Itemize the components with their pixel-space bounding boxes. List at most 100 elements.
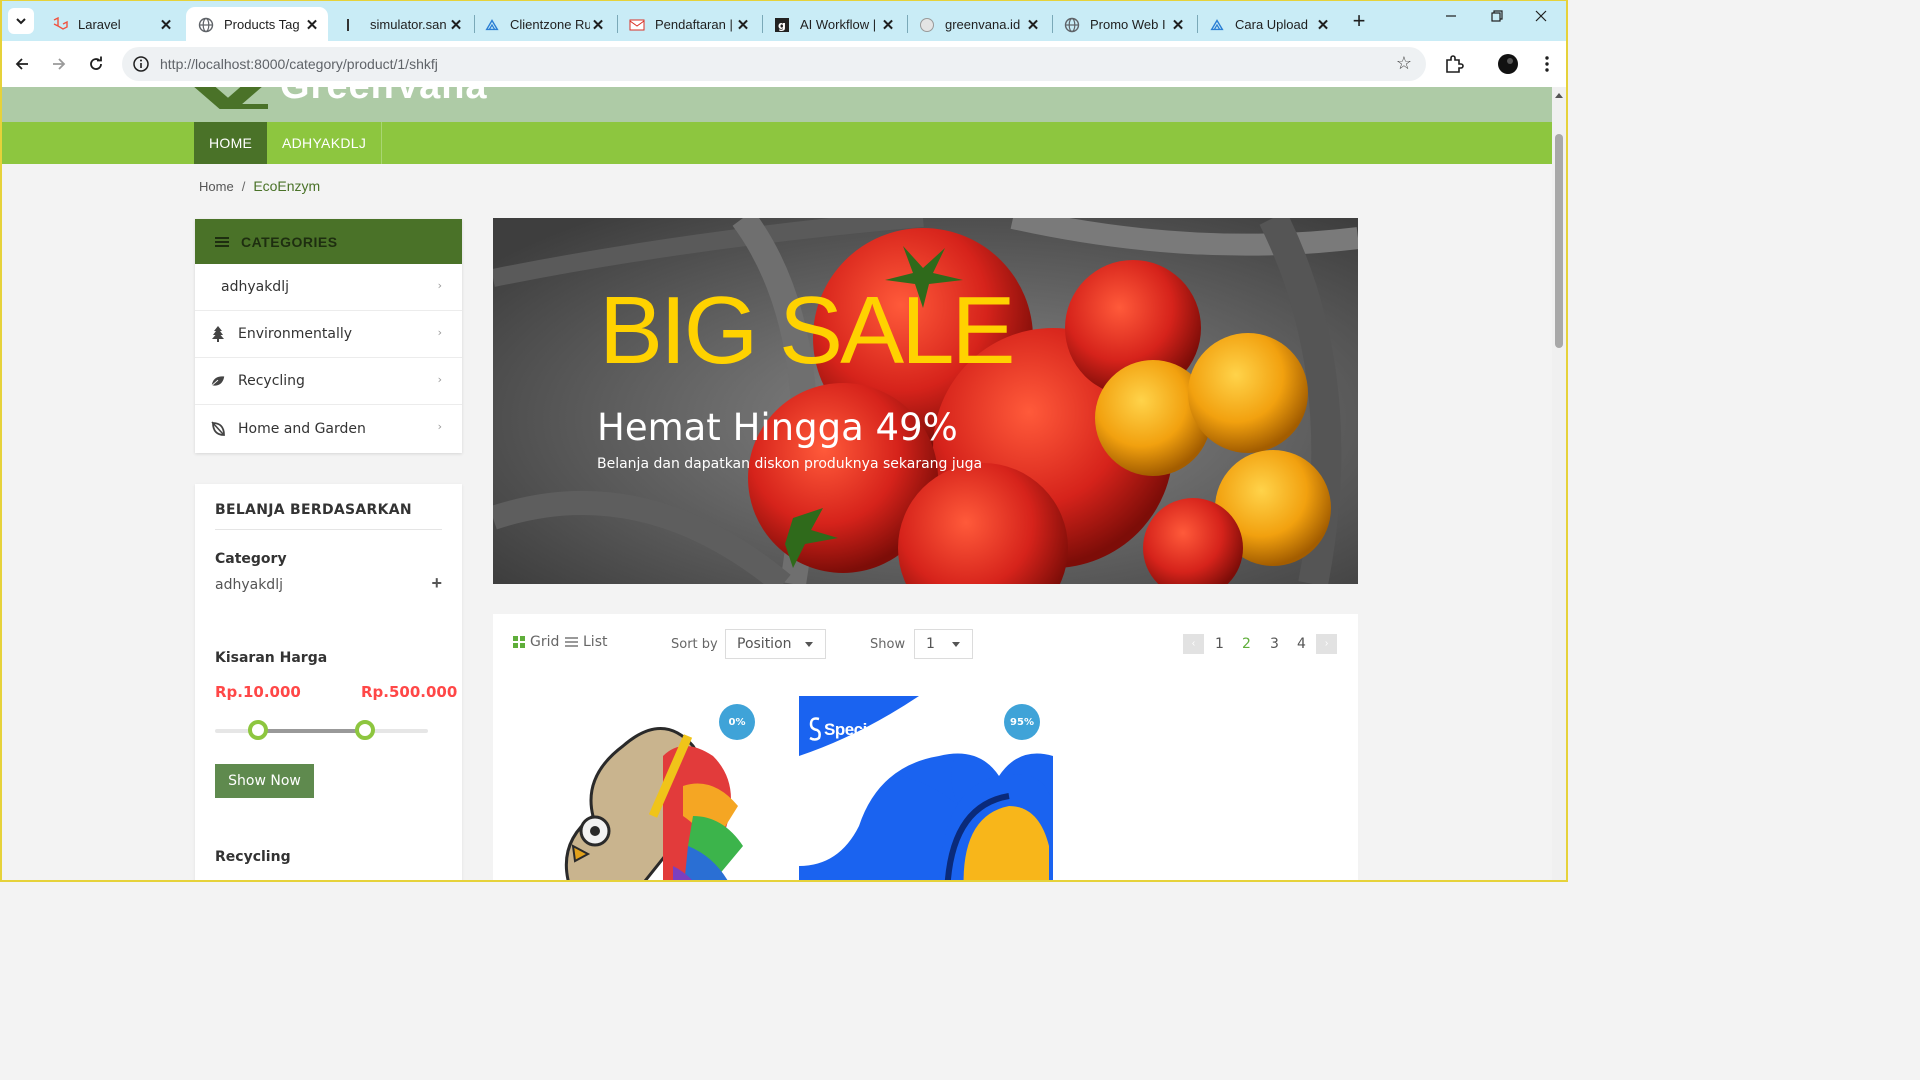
pagination-page-4[interactable]: 4 <box>1297 636 1306 652</box>
tab-title: simulator.san <box>370 17 447 32</box>
discount-badge: 95% <box>1004 704 1040 740</box>
g-icon: g <box>774 17 790 33</box>
show-select[interactable]: 1 <box>914 629 973 659</box>
site-info-icon[interactable] <box>132 55 150 73</box>
tab-products-tag[interactable]: Products Tag ✕ <box>186 7 328 42</box>
close-window-button[interactable] <box>1526 9 1556 27</box>
scroll-up-arrow-icon[interactable] <box>1555 93 1563 98</box>
profile-avatar[interactable] <box>1497 53 1519 75</box>
logo-text[interactable]: GreenVana <box>280 87 488 108</box>
tab-search-button[interactable] <box>8 8 34 34</box>
tab-pendaftaran[interactable]: Pendaftaran | ✕ <box>617 7 759 42</box>
tab-cara-upload[interactable]: Cara Upload ✕ <box>1197 7 1339 42</box>
restore-button[interactable] <box>1482 9 1512 27</box>
close-icon[interactable]: ✕ <box>590 16 606 34</box>
back-button[interactable] <box>10 52 34 76</box>
chevron-right-icon: › <box>437 326 442 339</box>
menu-bars-icon <box>215 235 229 249</box>
page-scrollbar[interactable] <box>1552 87 1566 880</box>
forward-button[interactable] <box>47 52 71 76</box>
new-tab-button[interactable]: + <box>1348 10 1370 32</box>
url-path: /category/product/1/shkfj <box>285 56 438 72</box>
chevron-right-icon: › <box>437 279 442 292</box>
close-icon[interactable]: ✕ <box>448 16 464 34</box>
breadcrumb-home[interactable]: Home <box>199 179 234 194</box>
tomato-basket-image <box>493 218 1358 584</box>
tab-promo-web[interactable]: Promo Web I ✕ <box>1052 7 1194 42</box>
product-card[interactable]: 0% <box>513 696 767 880</box>
show-now-button[interactable]: Show Now <box>215 764 314 798</box>
pagination-prev-button[interactable]: ‹ <box>1183 634 1204 654</box>
show-value: 1 <box>926 636 935 652</box>
tab-title: Pendaftaran | <box>655 17 733 32</box>
tab-greenvana[interactable]: greenvana.id ✕ <box>907 7 1049 42</box>
list-icon <box>565 635 578 649</box>
expand-plus-icon[interactable]: + <box>431 573 442 594</box>
grid-icon <box>513 636 525 648</box>
special-skill-logo-icon <box>809 717 821 741</box>
window-frame <box>1566 0 1568 882</box>
reload-button[interactable] <box>84 52 108 76</box>
category-item-environmentally[interactable]: Environmentally › <box>195 311 462 358</box>
laravel-icon <box>52 16 68 33</box>
pagination-page-3[interactable]: 3 <box>1270 636 1279 652</box>
price-range-label: Kisaran Harga <box>215 650 328 666</box>
logo-icon[interactable] <box>194 87 272 109</box>
leaf-icon <box>210 373 226 389</box>
chevron-down-icon <box>16 18 26 25</box>
scrollbar-thumb[interactable] <box>1555 134 1563 348</box>
filter-category-value[interactable]: adhyakdlj <box>215 577 283 593</box>
extensions-button[interactable] <box>1443 53 1465 75</box>
close-icon[interactable]: ✕ <box>1315 16 1331 34</box>
category-item-recycling[interactable]: Recycling › <box>195 358 462 405</box>
product-card[interactable]: Special Skill 95% <box>799 696 1053 880</box>
puzzle-icon <box>1446 55 1464 73</box>
web-page: GreenVana HOME ADHYAKDLJ Home / EcoEnzym C… <box>2 87 1552 880</box>
svg-text:g: g <box>778 19 786 32</box>
list-label: List <box>583 634 608 650</box>
pagination-next-button[interactable]: › <box>1316 634 1337 654</box>
pagination-page-1[interactable]: 1 <box>1215 636 1224 652</box>
promo-banner[interactable]: BIG SALE Hemat Hingga 49% Belanja dan da… <box>493 218 1358 584</box>
close-icon[interactable]: ✕ <box>304 16 320 34</box>
url-port: :8000 <box>250 56 286 72</box>
close-icon[interactable]: ✕ <box>1170 16 1186 34</box>
category-item-home-and-garden[interactable]: Home and Garden › <box>195 405 462 452</box>
close-icon[interactable]: ✕ <box>158 16 174 34</box>
nav-home[interactable]: HOME <box>194 122 267 164</box>
categories-panel: CATEGORIES adhyakdlj › Environmentally ›… <box>195 219 462 453</box>
price-slider-track[interactable] <box>215 729 428 733</box>
nav-adhyakdlj[interactable]: ADHYAKDLJ <box>267 122 383 164</box>
url-text[interactable]: http://localhost:8000/category/product/1… <box>160 56 438 72</box>
discount-badge: 0% <box>719 704 755 740</box>
close-icon[interactable]: ✕ <box>1025 16 1041 34</box>
tab-ai-workflow[interactable]: g AI Workflow | ✕ <box>762 7 904 42</box>
close-icon[interactable]: ✕ <box>735 16 751 34</box>
globe-icon <box>919 17 935 33</box>
cloud-icon <box>484 17 500 33</box>
tab-simulator[interactable]: simulator.san ✕ <box>332 7 472 42</box>
mail-icon <box>629 17 645 33</box>
banner-subheadline: Hemat Hingga 49% <box>597 406 958 449</box>
sort-select[interactable]: Position <box>725 629 826 659</box>
address-bar[interactable]: http://localhost:8000/category/product/1… <box>122 47 1426 81</box>
tab-title: Clientzone Ru <box>510 17 590 32</box>
minimize-button[interactable] <box>1436 9 1466 27</box>
close-icon[interactable]: ✕ <box>880 16 896 34</box>
price-slider-min-handle[interactable] <box>248 720 268 740</box>
leaf-outline-icon <box>210 420 226 437</box>
caret-down-icon <box>952 642 960 647</box>
breadcrumb-separator: / <box>241 179 246 194</box>
grid-view-button[interactable]: Grid <box>513 634 559 650</box>
price-slider-max-handle[interactable] <box>355 720 375 740</box>
category-item-adhyakdlj[interactable]: adhyakdlj › <box>195 264 462 311</box>
pagination-page-2[interactable]: 2 <box>1242 636 1251 652</box>
tab-clientzone[interactable]: Clientzone Ru ✕ <box>472 7 614 42</box>
avatar-icon <box>1498 54 1518 74</box>
tab-title: Products Tag <box>224 17 300 32</box>
header-logo-strip: GreenVana <box>2 87 1552 122</box>
list-view-button[interactable]: List <box>565 634 607 650</box>
browser-menu-button[interactable] <box>1536 53 1558 75</box>
tab-laravel[interactable]: Laravel ✕ <box>40 7 182 42</box>
bookmark-star-icon[interactable]: ☆ <box>1396 53 1412 74</box>
